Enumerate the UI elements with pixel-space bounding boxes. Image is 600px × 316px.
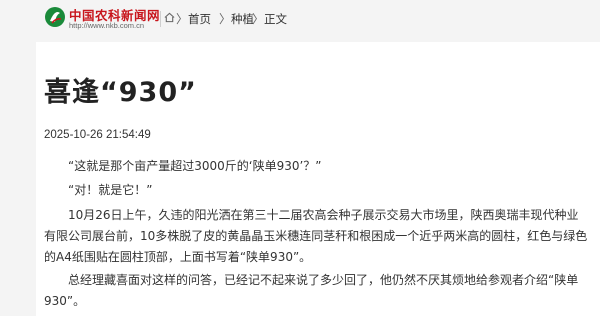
article-date: 2025-10-26 21:54:49 [44,129,151,141]
breadcrumb-item-home[interactable]: 首页 [188,11,211,27]
article-paragraph: 总经理藏喜面对这样的问答，已经记不起来说了多少回了，他仍然不厌其烦地给参观者介绍… [44,273,579,308]
article-paragraph: “对！就是它！” [68,183,153,197]
breadcrumb-separator: 〉 [252,12,265,26]
breadcrumb-separator: 〉 [219,12,232,26]
header-divider [160,11,161,27]
logo-mark-icon [45,7,65,27]
logo-url: http://www.nkb.com.cn [69,21,145,30]
top-bar: 中国农科新闻网 http://www.nkb.com.cn 〉 首页 〉 种植 … [0,0,600,37]
site-logo[interactable]: 中国农科新闻网 http://www.nkb.com.cn [44,5,160,33]
home-icon[interactable] [164,12,175,23]
breadcrumb-item-article: 正文 [264,12,287,26]
breadcrumb-item-planting[interactable]: 种植 [231,11,254,27]
article-paragraph: 10月26日上午，久违的阳光洒在第三十二届农高会种子展示交易大市场里，陕西奥瑞丰… [44,208,588,264]
article-title: 喜逢“930” [44,77,197,108]
breadcrumb-separator: 〉 [176,12,189,26]
article-paragraph: “这就是那个亩产量超过3000斤的‘陕单930’？” [68,159,322,173]
